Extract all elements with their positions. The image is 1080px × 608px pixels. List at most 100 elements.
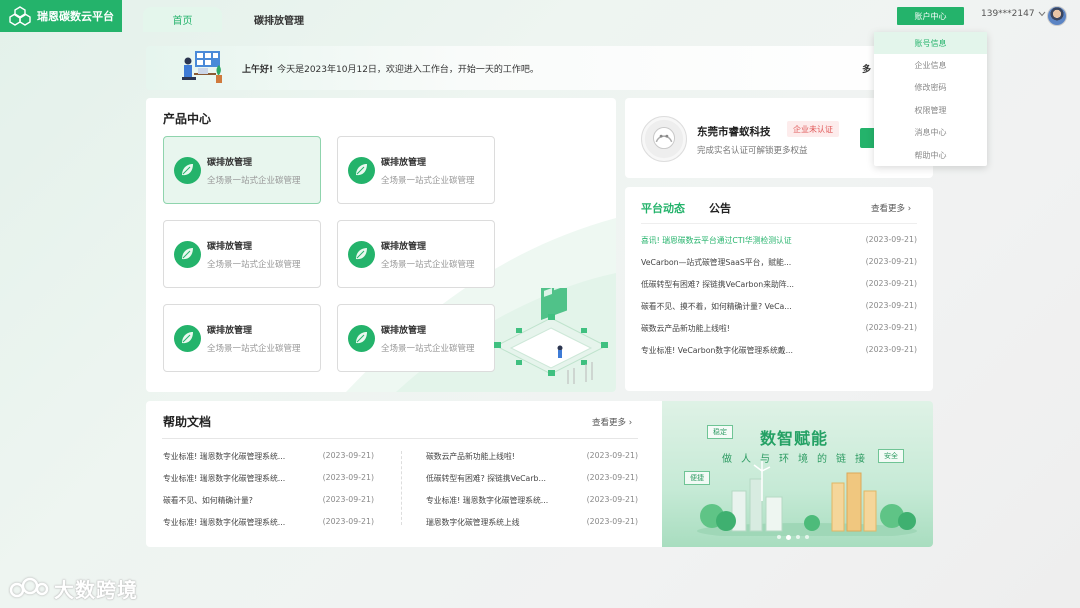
help-item[interactable]: 专业标准! 瑞恩数字化碳管理系统... (2023-09-21) — [163, 473, 374, 485]
menu-item-messages[interactable]: 消息中心 — [874, 121, 987, 143]
watermark-logo-icon — [9, 577, 49, 598]
chevron-right-icon: › — [907, 204, 912, 214]
help-date: (2023-09-21) — [586, 495, 638, 504]
carousel-dot-active[interactable] — [786, 534, 791, 540]
product-name: 碳排放管理 — [207, 242, 253, 252]
welcome-bar: 上午好! 今天是2023年10月12日，欢迎进入工作台，开始一天的工作吧。 多 — [146, 46, 933, 90]
help-item[interactable]: 瑞恩数字化碳管理系统上线 (2023-09-21) — [426, 517, 638, 529]
carousel-dot[interactable] — [805, 535, 809, 539]
news-item[interactable]: 喜讯! 瑞恩碳数云平台通过CTI华测检测认证 (2023-09-21) — [641, 235, 917, 249]
product-center-title: 产品中心 — [163, 112, 212, 126]
help-date: (2023-09-21) — [322, 517, 374, 526]
product-card[interactable]: 碳排放管理 全场景一站式企业碳管理 — [337, 304, 495, 372]
menu-item-change-password[interactable]: 修改密码 — [874, 76, 987, 98]
news-item[interactable]: 专业标准! VeCarbon数字化碳管理系统戴... (2023-09-21) — [641, 345, 917, 359]
help-title: 专业标准! 瑞恩数字化碳管理系统... — [163, 452, 286, 461]
help-more-label: 查看更多 — [592, 418, 627, 428]
news-title: 喜讯! 瑞恩碳数云平台通过CTI华测检测认证 — [641, 236, 792, 245]
help-more-link[interactable]: 查看更多 › — [592, 416, 632, 428]
promo-banner[interactable]: 数智赋能 做人与环境的链接 稳定 安全 便捷 — [662, 401, 933, 547]
product-name: 碳排放管理 — [381, 326, 427, 336]
help-item[interactable]: 碳看不见、如何精确计量? (2023-09-21) — [163, 495, 374, 507]
product-name: 碳排放管理 — [381, 242, 427, 252]
company-name: 东莞市睿蚁科技 — [697, 126, 771, 138]
tab-carbon-management[interactable]: 碳排放管理 — [236, 7, 322, 32]
verification-status-badge: 企业未认证 — [787, 121, 839, 137]
help-item[interactable]: 碳数云产品新功能上线啦! (2023-09-21) — [426, 451, 638, 463]
company-logo[interactable] — [641, 116, 687, 162]
news-item[interactable]: VeCarbon—站式碳管理SaaS平台，赋能... (2023-09-21) — [641, 257, 917, 271]
carousel-dot[interactable] — [796, 535, 800, 539]
news-date: (2023-09-21) — [865, 323, 917, 332]
product-name: 碳排放管理 — [207, 326, 253, 336]
leaf-icon — [174, 157, 201, 184]
product-desc: 全场景一站式企业碳管理 — [381, 344, 475, 354]
carousel-dot[interactable] — [777, 535, 781, 539]
news-title: VeCarbon—站式碳管理SaaS平台，赋能... — [641, 258, 792, 267]
brand-logo[interactable]: 瑞恩碳数云平台 — [0, 0, 122, 32]
help-title: 专业标准! 瑞恩数字化碳管理系统... — [426, 496, 549, 505]
watermark-text: 大数跨境 — [54, 577, 138, 602]
help-title: 低碳转型有困难? 探链携VeCarb... — [426, 474, 546, 483]
menu-item-account-info[interactable]: 账号信息 — [874, 32, 987, 54]
help-title: 专业标准! 瑞恩数字化碳管理系统... — [163, 474, 286, 483]
menu-item-company-info[interactable]: 企业信息 — [874, 54, 987, 76]
divider — [162, 438, 638, 439]
product-desc: 全场景一站式企业碳管理 — [207, 344, 301, 354]
welcome-detail: 今天是2023年10月12日，欢迎进入工作台，开始一天的工作吧。 — [277, 65, 539, 75]
company-subtitle: 完成实名认证可解锁更多权益 — [697, 146, 808, 156]
top-bar: 瑞恩碳数云平台 首页 碳排放管理 账户中心 139***2147 — [0, 0, 1080, 32]
help-docs-title: 帮助文档 — [163, 415, 212, 429]
news-more-link[interactable]: 查看更多 › — [871, 202, 911, 214]
news-title: 碳看不见、摸不着，如何精确计量? VeCa... — [641, 302, 792, 311]
account-dropdown-menu: 账号信息 企业信息 修改密码 权限管理 消息中心 帮助中心 — [874, 32, 987, 166]
help-date: (2023-09-21) — [322, 495, 374, 504]
help-item[interactable]: 专业标准! 瑞恩数字化碳管理系统... (2023-09-21) — [163, 517, 374, 529]
help-item[interactable]: 低碳转型有困难? 探链携VeCarb... (2023-09-21) — [426, 473, 638, 485]
help-date: (2023-09-21) — [586, 473, 638, 482]
news-more-label: 查看更多 — [871, 204, 906, 214]
product-card[interactable]: 碳排放管理 全场景一站式企业碳管理 — [163, 304, 321, 372]
tab-announcements[interactable]: 公告 — [709, 200, 731, 216]
news-date: (2023-09-21) — [865, 345, 917, 354]
news-item[interactable]: 低碳转型有困难? 探链携VeCarbon来助阵... (2023-09-21) — [641, 279, 917, 293]
leaf-icon — [348, 157, 375, 184]
isometric-platform-illustration — [494, 288, 608, 384]
leaf-icon — [348, 241, 375, 268]
avatar[interactable] — [1047, 6, 1067, 26]
greeting: 上午好! — [242, 65, 274, 75]
menu-item-permissions[interactable]: 权限管理 — [874, 99, 987, 121]
watermark: 大数跨境 — [8, 572, 148, 604]
menu-item-help[interactable]: 帮助中心 — [874, 144, 987, 166]
product-desc: 全场景一站式企业碳管理 — [381, 176, 475, 186]
welcome-more-link[interactable]: 多 — [862, 62, 871, 75]
news-item[interactable]: 碳看不见、摸不着，如何精确计量? VeCa... (2023-09-21) — [641, 301, 917, 315]
help-date: (2023-09-21) — [586, 517, 638, 526]
product-card[interactable]: 碳排放管理 全场景一站式企业碳管理 — [163, 136, 321, 204]
chevron-right-icon: › — [628, 418, 633, 428]
tab-home[interactable]: 首页 — [143, 7, 222, 32]
product-card[interactable]: 碳排放管理 全场景一站式企业碳管理 — [337, 136, 495, 204]
welcome-message: 上午好! 今天是2023年10月12日，欢迎进入工作台，开始一天的工作吧。 — [242, 62, 539, 75]
product-card[interactable]: 碳排放管理 全场景一站式企业碳管理 — [163, 220, 321, 288]
help-title: 碳看不见、如何精确计量? — [163, 496, 253, 505]
help-date: (2023-09-21) — [322, 451, 374, 460]
banner-tag: 稳定 — [707, 425, 733, 439]
leaf-icon — [174, 325, 201, 352]
user-phone-menu[interactable]: 139***2147 — [981, 9, 1046, 19]
brand-name: 瑞恩碳数云平台 — [37, 10, 114, 23]
news-item[interactable]: 碳数云产品新功能上线啦! (2023-09-21) — [641, 323, 917, 337]
leaf-icon — [174, 241, 201, 268]
help-title: 碳数云产品新功能上线啦! — [426, 452, 515, 461]
product-desc: 全场景一站式企业碳管理 — [381, 260, 475, 270]
carousel-indicators — [777, 534, 809, 540]
account-center-button[interactable]: 账户中心 — [897, 7, 964, 25]
help-item[interactable]: 专业标准! 瑞恩数字化碳管理系统... (2023-09-21) — [426, 495, 638, 507]
help-item[interactable]: 专业标准! 瑞恩数字化碳管理系统... (2023-09-21) — [163, 451, 374, 463]
help-title: 瑞恩数字化碳管理系统上线 — [426, 518, 520, 527]
product-card[interactable]: 碳排放管理 全场景一站式企业碳管理 — [337, 220, 495, 288]
cloud-hexagon-icon — [9, 6, 31, 26]
user-phone: 139***2147 — [981, 9, 1035, 19]
tab-platform-news[interactable]: 平台动态 — [641, 200, 685, 216]
news-title: 专业标准! VeCarbon数字化碳管理系统戴... — [641, 346, 794, 355]
